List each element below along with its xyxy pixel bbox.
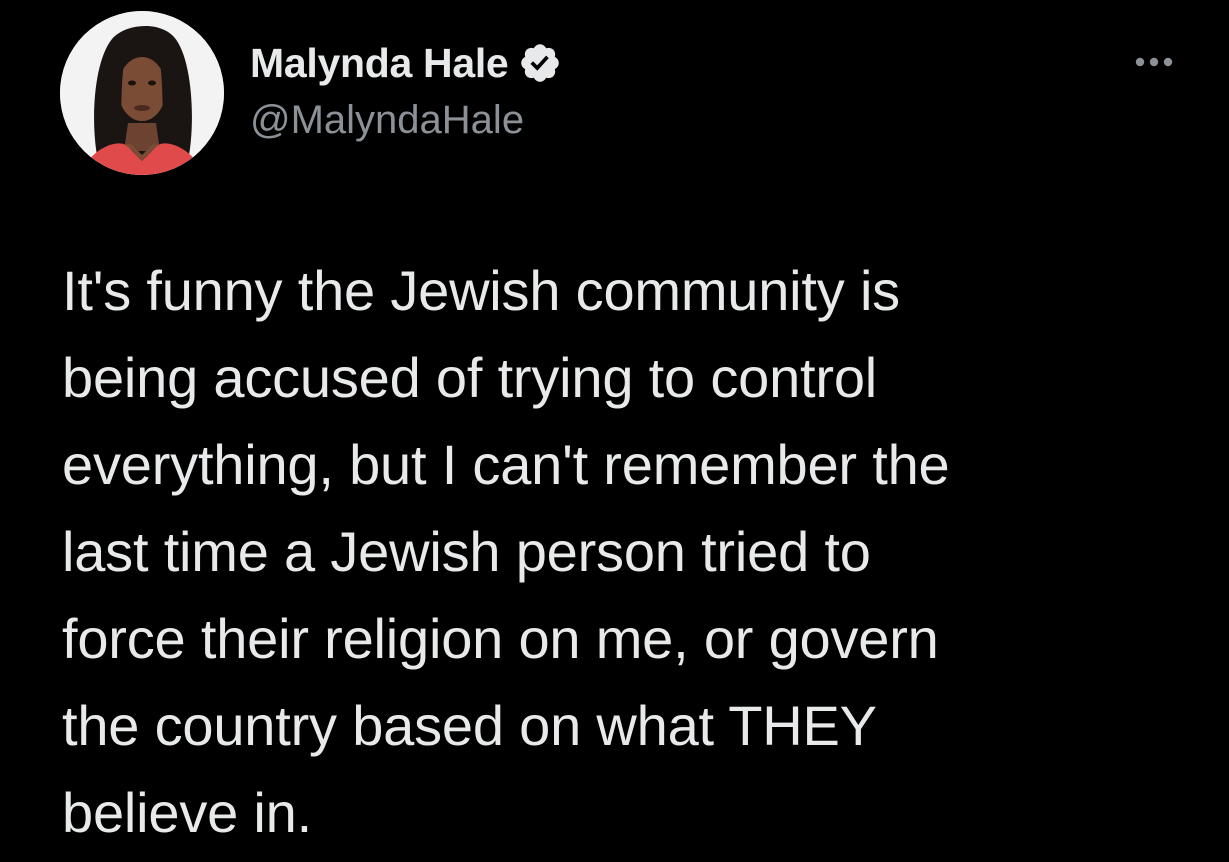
profile-photo-icon [60,11,224,175]
avatar[interactable] [60,11,224,175]
more-options-button[interactable] [1126,44,1182,80]
tweet-text-line: It's funny the Jewish community is [62,259,900,322]
tweet-text-line: force their religion on me, or govern [62,607,939,670]
more-options-icon [1135,57,1173,67]
author-name-row: Malynda Hale [250,38,562,88]
tweet-text-line: the country based on what THEY [62,694,877,757]
tweet-text-line: believe in. [62,781,312,844]
tweet-text-line: everything, but I can't remember the [62,433,950,496]
tweet-text-line: last time a Jewish person tried to [62,520,871,583]
author-handle[interactable]: @MalyndaHale [250,98,524,143]
author-display-name[interactable]: Malynda Hale [250,40,509,87]
verified-badge-icon [518,41,562,85]
tweet-text: It's funny the Jewish community is being… [62,247,1192,856]
tweet: Malynda Hale @MalyndaHale It's funny the… [0,0,1229,862]
tweet-text-line: being accused of trying to control [62,346,878,409]
